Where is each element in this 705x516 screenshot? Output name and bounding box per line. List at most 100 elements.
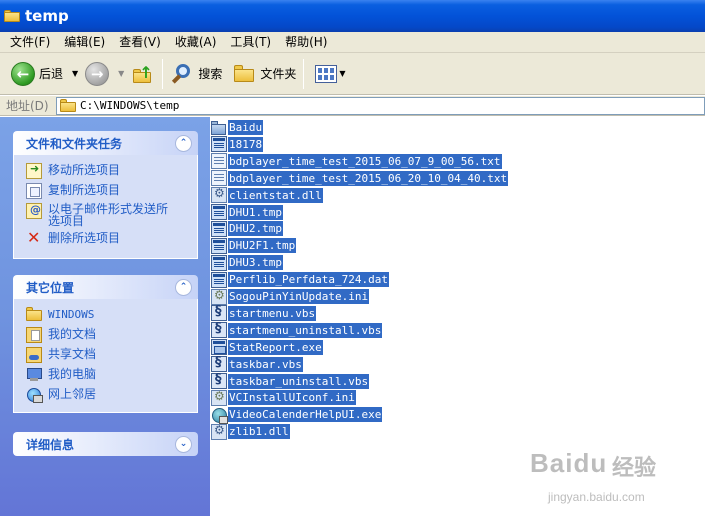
file-row[interactable]: Baidu <box>211 119 264 136</box>
email-icon <box>26 203 42 219</box>
task-move[interactable]: 移动所选项目 <box>26 162 189 182</box>
views-icon <box>315 64 338 83</box>
file-row[interactable]: VCInstallUIconf.ini <box>211 389 356 406</box>
file-list[interactable]: Baidu 18178 bdplayer_time_test_2015_06_07_… <box>210 117 705 516</box>
my-documents-icon <box>26 327 42 343</box>
up-folder-button[interactable]: ↑ <box>128 57 158 91</box>
menu-view[interactable]: 查看(V) <box>112 32 168 53</box>
shared-documents-icon <box>26 347 42 363</box>
place-windows[interactable]: WINDOWS <box>26 306 189 326</box>
file-name: startmenu_uninstall.vbs <box>228 322 383 338</box>
details-header[interactable]: 详细信息 ⌄ <box>13 432 198 456</box>
other-places-title: 其它位置 <box>26 280 75 295</box>
dll-file-icon <box>211 186 227 204</box>
file-row[interactable]: DHU2F1.tmp <box>211 237 297 254</box>
menu-help[interactable]: 帮助(H) <box>278 32 334 53</box>
window-title: temp <box>25 7 69 25</box>
file-name: VideoCalenderHelpUI.exe <box>228 407 383 423</box>
views-button[interactable]: ▼ <box>312 57 352 91</box>
globe-exe-icon <box>211 407 228 424</box>
back-label: 后退 <box>39 67 64 81</box>
collapse-chevron-icon[interactable]: ⌃ <box>175 278 192 296</box>
file-row[interactable]: taskbar_uninstall.vbs <box>211 372 370 390</box>
file-row[interactable]: VideoCalenderHelpUI.exe <box>211 406 383 424</box>
file-name: bdplayer_time_test_2015_06_20_10_04_40.t… <box>228 170 509 186</box>
file-row[interactable]: 18178 <box>211 136 264 153</box>
folders-label: 文件夹 <box>260 67 297 81</box>
file-row[interactable]: Perflib_Perfdata_724.dat <box>211 271 389 288</box>
tmp-file-icon <box>211 254 227 271</box>
file-row[interactable]: bdplayer_time_test_2015_06_07_9_00_56.tx… <box>211 153 502 170</box>
tmp-file-icon <box>211 204 227 220</box>
file-name: DHU3.tmp <box>228 255 283 271</box>
vbs-file-icon <box>211 355 227 373</box>
file-name: 18178 <box>228 136 264 152</box>
delete-icon <box>26 228 42 247</box>
back-arrow-icon: ← <box>11 61 35 86</box>
file-tasks-header[interactable]: 文件和文件夹任务 ⌃ <box>13 131 198 155</box>
place-my-documents[interactable]: 我的文档 <box>26 326 189 346</box>
place-windows-label: WINDOWS <box>48 308 95 321</box>
file-row[interactable]: startmenu_uninstall.vbs <box>211 321 383 339</box>
file-row[interactable]: clientstat.dll <box>211 186 323 204</box>
folders-button[interactable]: 文件夹 <box>231 57 299 91</box>
task-email[interactable]: 以电子邮件形式发送所选项目 <box>26 202 189 230</box>
place-network[interactable]: 网上邻居 <box>26 386 189 406</box>
file-name: taskbar_uninstall.vbs <box>228 373 370 389</box>
menu-tools[interactable]: 工具(T) <box>223 32 278 53</box>
address-field[interactable]: C:\WINDOWS\temp <box>56 96 705 115</box>
text-file-icon <box>211 153 227 170</box>
other-places-header[interactable]: 其它位置 ⌃ <box>13 275 198 299</box>
menu-edit[interactable]: 编辑(E) <box>57 32 112 53</box>
menu-file[interactable]: 文件(F) <box>0 32 57 53</box>
search-button[interactable]: 搜索 <box>167 57 225 91</box>
file-row[interactable]: StatReport.exe <box>211 339 323 356</box>
address-label: 地址(D) <box>6 99 49 113</box>
expand-chevron-icon[interactable]: ⌄ <box>175 435 192 453</box>
file-row[interactable]: DHU2.tmp <box>211 220 283 237</box>
toolbar-separator <box>162 58 164 89</box>
menu-favorites[interactable]: 收藏(A) <box>168 32 224 53</box>
toolbar: ← 后退 ▼ → ▼ ↑ 搜索 文件夹 ▼ <box>0 53 705 95</box>
file-row[interactable]: bdplayer_time_test_2015_06_20_10_04_40.t… <box>211 170 509 187</box>
task-pane: 文件和文件夹任务 ⌃ 移动所选项目 复制所选项目 以电子邮件形式发送所选项目 删… <box>0 117 210 516</box>
back-button[interactable]: ← 后退 <box>8 57 66 91</box>
other-places-panel: 其它位置 ⌃ WINDOWS 我的文档 共享文档 我的电脑 网上邻居 <box>13 275 198 413</box>
toolbar-separator <box>303 58 305 89</box>
search-label: 搜索 <box>198 67 223 81</box>
file-name: VCInstallUIconf.ini <box>228 390 356 406</box>
title-bar[interactable]: temp <box>0 0 705 32</box>
place-my-computer[interactable]: 我的电脑 <box>26 366 189 386</box>
file-name: zlib1.dll <box>228 424 290 440</box>
file-name: DHU2F1.tmp <box>228 238 297 254</box>
file-row[interactable]: taskbar.vbs <box>211 355 303 373</box>
exe-file-icon <box>211 339 227 356</box>
file-row[interactable]: DHU3.tmp <box>211 254 283 271</box>
back-dropdown-icon[interactable]: ▼ <box>72 69 78 78</box>
ini-file-icon <box>211 288 227 305</box>
collapse-chevron-icon[interactable]: ⌃ <box>175 134 192 152</box>
copy-icon <box>26 183 42 199</box>
forward-arrow-icon: → <box>85 61 110 86</box>
file-tasks-title: 文件和文件夹任务 <box>26 136 123 151</box>
forward-dropdown-icon[interactable]: ▼ <box>118 69 124 78</box>
place-shared-documents[interactable]: 共享文档 <box>26 346 189 366</box>
file-name: Perflib_Perfdata_724.dat <box>228 272 389 288</box>
task-copy-label: 复制所选项目 <box>48 183 121 197</box>
folders-icon <box>234 65 255 82</box>
task-delete[interactable]: 删除所选项目 <box>26 228 189 250</box>
ini-file-icon <box>211 389 227 406</box>
place-my-computer-label: 我的电脑 <box>48 367 97 381</box>
task-delete-label: 删除所选项目 <box>48 231 121 245</box>
file-row[interactable]: startmenu.vbs <box>211 304 317 322</box>
file-row[interactable]: zlib1.dll <box>211 423 290 440</box>
task-copy[interactable]: 复制所选项目 <box>26 182 189 202</box>
file-row[interactable]: SogouPinYinUpdate.ini <box>211 288 370 305</box>
tmp-file-icon <box>211 237 227 254</box>
forward-button[interactable]: → <box>82 57 112 91</box>
file-name: taskbar.vbs <box>228 356 303 372</box>
file-row[interactable]: DHU1.tmp <box>211 204 283 221</box>
address-bar: 地址(D) C:\WINDOWS\temp <box>0 96 705 116</box>
tmp-file-icon <box>211 220 227 237</box>
place-network-label: 网上邻居 <box>48 387 97 401</box>
